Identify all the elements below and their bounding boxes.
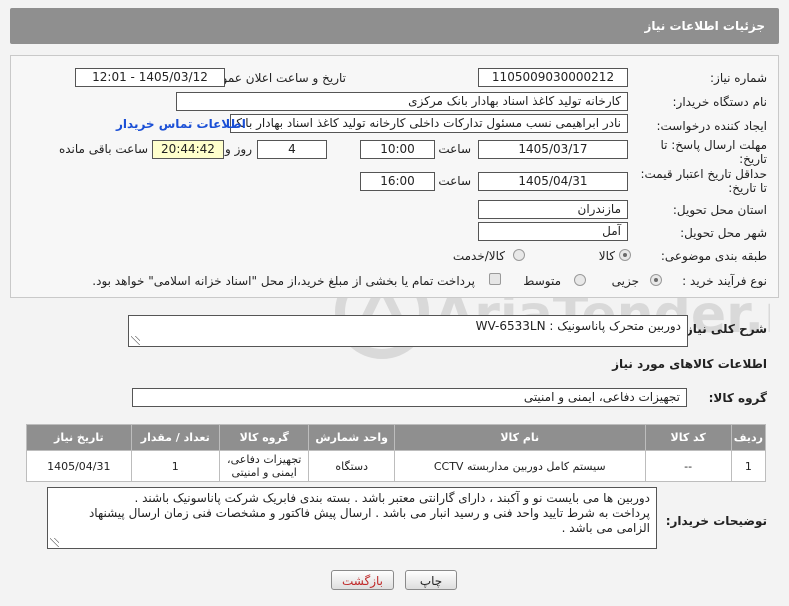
goods-group-value: تجهیزات دفاعی، ایمنی و امنیتی xyxy=(132,388,687,407)
buyer-notes-label: توضیحات خریدار: xyxy=(665,514,767,528)
deadline-days: 4 xyxy=(257,140,327,159)
resize-handle-icon[interactable] xyxy=(131,336,140,345)
deadline-date: 1405/03/17 xyxy=(478,140,628,159)
th-qty: تعداد / مقدار xyxy=(130,424,220,451)
deadline-time: 10:00 xyxy=(360,140,435,159)
page: جزئیات اطلاعات نیاز AriaTender.net شماره… xyxy=(0,0,789,606)
deadline-label-2: تاریخ: xyxy=(739,152,767,166)
deadline-label: مهلت ارسال پاسخ: تا xyxy=(660,138,767,152)
goods-section-title: اطلاعات کالاهای مورد نیاز xyxy=(612,357,767,371)
cell-date: 1405/04/31 xyxy=(26,450,132,482)
announce-value: 1405/03/12 - 12:01 xyxy=(75,68,225,87)
validity-date: 1405/04/31 xyxy=(478,172,628,191)
summary-field[interactable]: دوربین متحرک پاناسونیک : WV-6533LN xyxy=(128,315,688,347)
items-table: ردیف کد کالا نام کالا واحد شمارش گروه کا… xyxy=(26,424,767,482)
th-unit: واحد شمارش xyxy=(308,424,395,451)
buyer-notes-line-1: دوربین ها می بایست نو و آکبند ، دارای گا… xyxy=(134,491,650,505)
buyer-notes-field[interactable]: دوربین ها می بایست نو و آکبند ، دارای گا… xyxy=(47,487,657,549)
th-group: گروه کالا xyxy=(218,424,310,451)
city-label: شهر محل تحویل: xyxy=(680,226,767,240)
cell-group: تجهیزات دفاعی، ایمنی و امنیتی xyxy=(218,450,310,482)
buyer-contact-link[interactable]: اطلاعات تماس خریدار xyxy=(116,117,246,131)
need-number-label: شماره نیاز: xyxy=(710,71,767,85)
validity-time: 16:00 xyxy=(360,172,435,191)
cell-row: 1 xyxy=(730,450,767,482)
validity-time-label: ساعت xyxy=(438,174,471,188)
th-name: نام کالا xyxy=(393,424,646,451)
buyer-notes-line-2: پرداخت به شرط تایید واحد فنی و رسید انبا… xyxy=(88,506,650,535)
validity-label: حداقل تاریخ اعتبار قیمت: xyxy=(640,167,767,181)
remaining-time: 20:44:42 xyxy=(152,140,224,159)
remaining-label: ساعت باقی مانده xyxy=(58,142,148,156)
creator-value: نادر ابراهیمی نسب مسئول تدارکات داخلی کا… xyxy=(230,114,628,133)
category-goods-service-radio[interactable] xyxy=(513,249,525,261)
process-minor-label: جزیی xyxy=(611,274,639,288)
category-goods-label: کالا xyxy=(598,249,615,263)
need-number-value: 1105009030000212 xyxy=(478,68,628,87)
th-date: تاریخ نیاز xyxy=(26,424,132,451)
validity-label-2: تا تاریخ: xyxy=(728,181,767,195)
buyer-label: نام دستگاه خریدار: xyxy=(672,95,768,109)
table-row: 1 -- سیستم کامل دوربین مداربسته CCTV دست… xyxy=(26,450,767,482)
th-row: ردیف xyxy=(730,424,767,451)
treasury-note: پرداخت تمام یا بخشی از مبلغ خرید،از محل … xyxy=(92,274,475,288)
cell-code: -- xyxy=(644,450,732,482)
goods-group-label: گروه کالا: xyxy=(708,391,767,405)
page-title: جزئیات اطلاعات نیاز xyxy=(10,8,779,44)
category-goods-service-label: کالا/خدمت xyxy=(452,249,505,263)
deadline-days-label: روز و xyxy=(225,142,252,156)
process-medium-label: متوسط xyxy=(523,274,561,288)
th-code: کد کالا xyxy=(644,424,732,451)
province-label: استان محل تحویل: xyxy=(672,203,767,217)
creator-label: ایجاد کننده درخواست: xyxy=(656,119,767,133)
cell-qty: 1 xyxy=(130,450,220,482)
cell-unit: دستگاه xyxy=(308,450,395,482)
city-value: آمل xyxy=(478,222,628,241)
summary-value: دوربین متحرک پاناسونیک : WV-6533LN xyxy=(475,319,681,333)
print-button[interactable]: چاپ xyxy=(405,570,457,590)
back-button[interactable]: بازگشت xyxy=(331,570,394,590)
summary-label: شرح کلی نیاز: xyxy=(681,322,767,336)
process-minor-radio[interactable] xyxy=(650,274,662,286)
category-label: طبقه بندی موضوعی: xyxy=(660,249,767,263)
category-goods-radio[interactable] xyxy=(619,249,631,261)
table-header-row: ردیف کد کالا نام کالا واحد شمارش گروه کا… xyxy=(26,424,767,451)
process-label: نوع فرآیند خرید : xyxy=(682,274,767,288)
deadline-time-label: ساعت xyxy=(438,142,471,156)
cell-name: سیستم کامل دوربین مداربسته CCTV xyxy=(393,450,646,482)
process-medium-radio[interactable] xyxy=(574,274,586,286)
buyer-value: کارخانه تولید کاغذ اسناد بهادار بانک مرک… xyxy=(176,92,628,111)
province-value: مازندران xyxy=(478,200,628,219)
resize-handle-icon[interactable] xyxy=(50,538,59,547)
treasury-checkbox[interactable] xyxy=(489,273,501,285)
